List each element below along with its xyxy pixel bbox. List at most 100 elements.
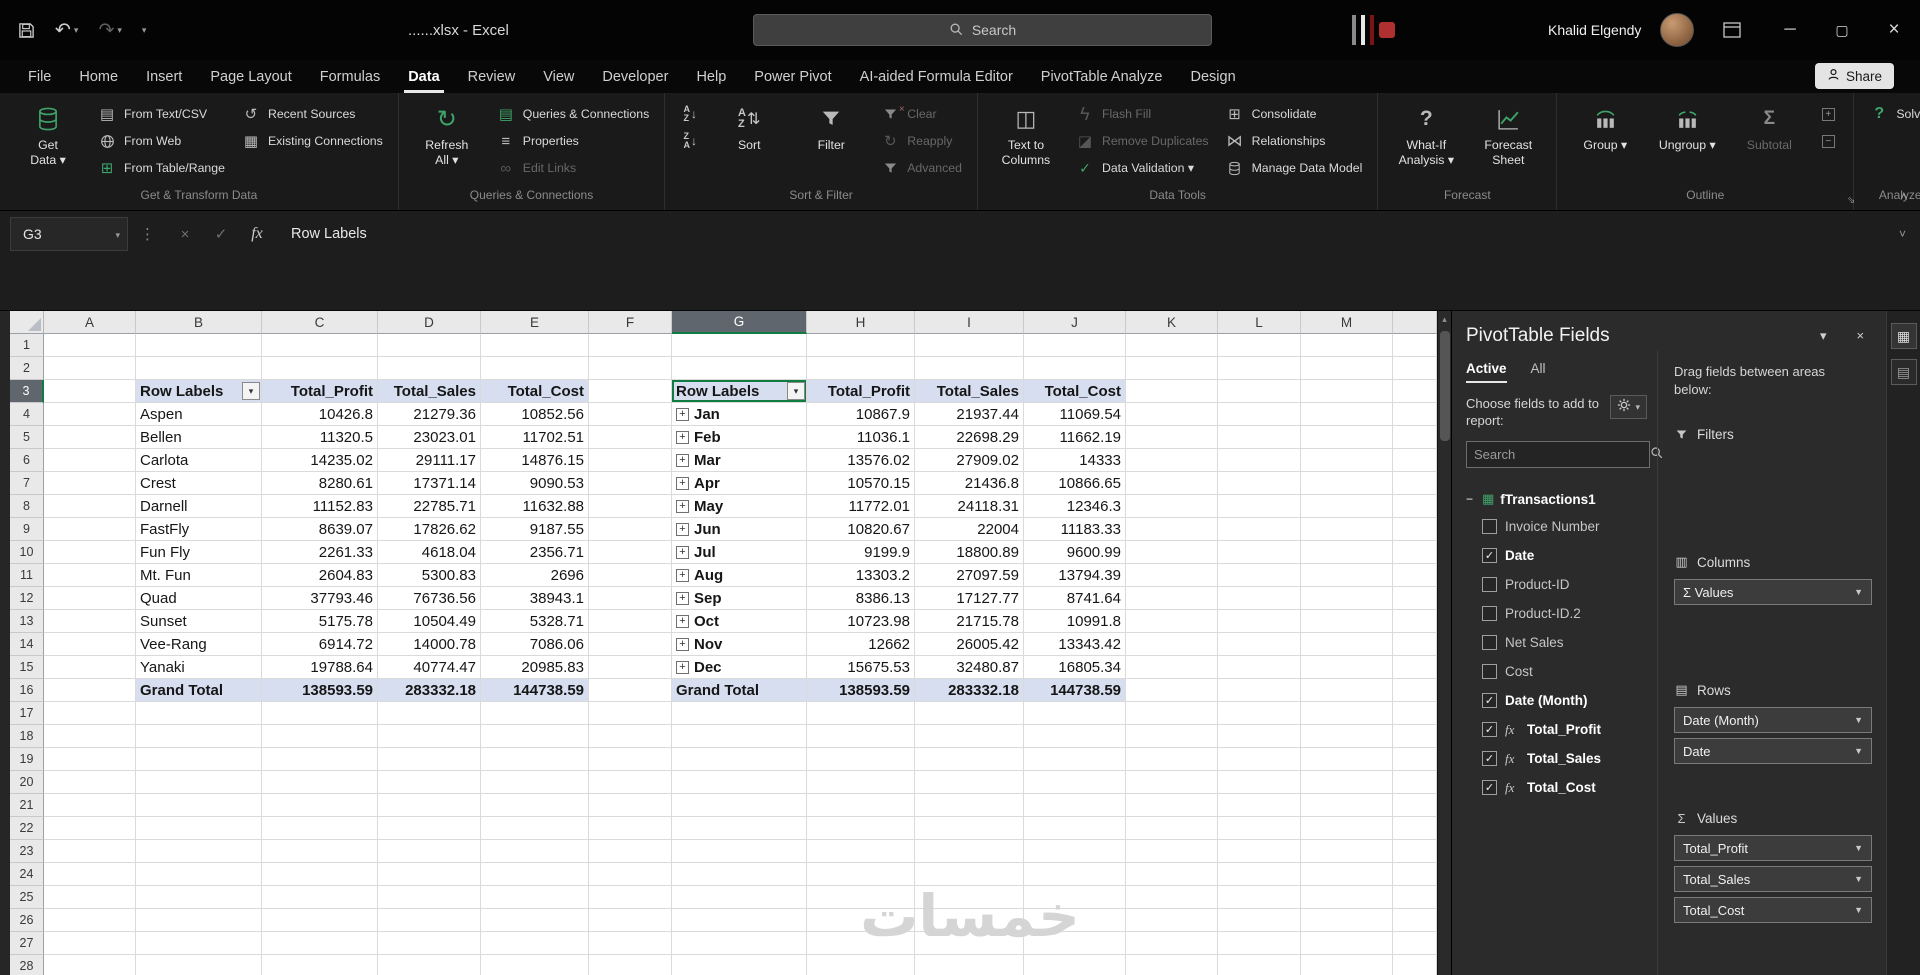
cell-G7[interactable]: + Apr bbox=[672, 472, 807, 495]
cell-F13[interactable] bbox=[589, 610, 672, 633]
cell-E9[interactable]: 9187.55 bbox=[481, 518, 589, 541]
secondary-pane-icon[interactable]: ▤ bbox=[1890, 359, 1917, 385]
cell-A1[interactable] bbox=[44, 334, 136, 357]
cell-G10[interactable]: + Jul bbox=[672, 541, 807, 564]
cell-partial-23[interactable] bbox=[1393, 840, 1437, 863]
tab-all[interactable]: All bbox=[1531, 361, 1546, 383]
fields-search-box[interactable] bbox=[1466, 441, 1663, 468]
pivot-fields-pane-icon[interactable]: ▦ bbox=[1890, 323, 1917, 349]
cell-M14[interactable] bbox=[1301, 633, 1393, 656]
cancel-entry-icon[interactable]: × bbox=[167, 226, 203, 243]
cell-partial-20[interactable] bbox=[1393, 771, 1437, 794]
filter-dropdown-icon[interactable]: ▾ bbox=[787, 382, 805, 400]
cell-D9[interactable]: 17826.62 bbox=[378, 518, 481, 541]
cell-D15[interactable]: 40774.47 bbox=[378, 656, 481, 679]
account-name[interactable]: Khalid Elgendy bbox=[1548, 0, 1641, 60]
ribbon-tab-design[interactable]: Design bbox=[1177, 63, 1250, 93]
cell-I15[interactable]: 32480.87 bbox=[915, 656, 1024, 679]
cell-K5[interactable] bbox=[1126, 426, 1218, 449]
field-table-ftransactions1[interactable]: − ▦ fTransactions1 bbox=[1466, 486, 1657, 512]
row-header-23[interactable]: 23 bbox=[10, 840, 44, 863]
cell-F8[interactable] bbox=[589, 495, 672, 518]
ribbon-tab-page-layout[interactable]: Page Layout bbox=[196, 63, 305, 93]
cell-K11[interactable] bbox=[1126, 564, 1218, 587]
cell-L25[interactable] bbox=[1218, 886, 1301, 909]
column-header-I[interactable]: I bbox=[915, 311, 1024, 334]
cell-K19[interactable] bbox=[1126, 748, 1218, 771]
cell-K2[interactable] bbox=[1126, 357, 1218, 380]
cell-J2[interactable] bbox=[1024, 357, 1126, 380]
cell-I27[interactable] bbox=[915, 932, 1024, 955]
cell-F16[interactable] bbox=[589, 679, 672, 702]
cell-K20[interactable] bbox=[1126, 771, 1218, 794]
cell-D20[interactable] bbox=[378, 771, 481, 794]
solver-button[interactable]: ?Solver bbox=[1864, 102, 1920, 126]
cell-J15[interactable]: 16805.34 bbox=[1024, 656, 1126, 679]
cell-F12[interactable] bbox=[589, 587, 672, 610]
expand-icon[interactable]: + bbox=[676, 476, 689, 490]
cell-partial-17[interactable] bbox=[1393, 702, 1437, 725]
cell-M21[interactable] bbox=[1301, 794, 1393, 817]
cell-G11[interactable]: + Aug bbox=[672, 564, 807, 587]
cell-C14[interactable]: 6914.72 bbox=[262, 633, 378, 656]
cell-K28[interactable] bbox=[1126, 955, 1218, 975]
cell-E11[interactable]: 2696 bbox=[481, 564, 589, 587]
cell-M11[interactable] bbox=[1301, 564, 1393, 587]
row-header-17[interactable]: 17 bbox=[10, 702, 44, 725]
cell-J25[interactable] bbox=[1024, 886, 1126, 909]
cell-G25[interactable] bbox=[672, 886, 807, 909]
cell-I18[interactable] bbox=[915, 725, 1024, 748]
cell-I2[interactable] bbox=[915, 357, 1024, 380]
cell-B2[interactable] bbox=[136, 357, 262, 380]
row-header-8[interactable]: 8 bbox=[10, 495, 44, 518]
save-icon[interactable] bbox=[18, 22, 35, 39]
cell-I21[interactable] bbox=[915, 794, 1024, 817]
cell-I11[interactable]: 27097.59 bbox=[915, 564, 1024, 587]
cell-A13[interactable] bbox=[44, 610, 136, 633]
cell-K16[interactable] bbox=[1126, 679, 1218, 702]
cell-E25[interactable] bbox=[481, 886, 589, 909]
cell-A12[interactable] bbox=[44, 587, 136, 610]
cell-F10[interactable] bbox=[589, 541, 672, 564]
cell-L7[interactable] bbox=[1218, 472, 1301, 495]
cell-H12[interactable]: 8386.13 bbox=[807, 587, 915, 610]
cell-I14[interactable]: 26005.42 bbox=[915, 633, 1024, 656]
row-header-14[interactable]: 14 bbox=[10, 633, 44, 656]
ribbon-tab-help[interactable]: Help bbox=[682, 63, 740, 93]
cell-F5[interactable] bbox=[589, 426, 672, 449]
group-button[interactable]: Group ▾ bbox=[1567, 98, 1643, 188]
ribbon-tab-ai-aided-formula-editor[interactable]: AI-aided Formula Editor bbox=[846, 63, 1027, 93]
chevron-down-icon[interactable]: ▼ bbox=[1854, 746, 1863, 756]
cell-A28[interactable] bbox=[44, 955, 136, 975]
cell-K6[interactable] bbox=[1126, 449, 1218, 472]
cell-I6[interactable]: 27909.02 bbox=[915, 449, 1024, 472]
cell-F18[interactable] bbox=[589, 725, 672, 748]
cell-B27[interactable] bbox=[136, 932, 262, 955]
cell-B8[interactable]: Darnell bbox=[136, 495, 262, 518]
expand-icon[interactable]: + bbox=[676, 614, 689, 628]
cell-K8[interactable] bbox=[1126, 495, 1218, 518]
cell-partial-19[interactable] bbox=[1393, 748, 1437, 771]
cell-I16[interactable]: 283332.18 bbox=[915, 679, 1024, 702]
field-item-net-sales[interactable]: ✓ Net Sales bbox=[1466, 628, 1657, 657]
cell-J13[interactable]: 10991.8 bbox=[1024, 610, 1126, 633]
checkbox[interactable]: ✓ bbox=[1482, 664, 1497, 679]
cell-E24[interactable] bbox=[481, 863, 589, 886]
cell-C26[interactable] bbox=[262, 909, 378, 932]
ribbon-tab-review[interactable]: Review bbox=[454, 63, 530, 93]
cell-I17[interactable] bbox=[915, 702, 1024, 725]
clear-button[interactable]: × Clear bbox=[875, 102, 967, 126]
cell-H13[interactable]: 10723.98 bbox=[807, 610, 915, 633]
cell-D16[interactable]: 283332.18 bbox=[378, 679, 481, 702]
manage-data-model-button[interactable]: Manage Data Model bbox=[1220, 156, 1368, 180]
cell-A18[interactable] bbox=[44, 725, 136, 748]
cell-B25[interactable] bbox=[136, 886, 262, 909]
cell-B11[interactable]: Mt. Fun bbox=[136, 564, 262, 587]
cell-J23[interactable] bbox=[1024, 840, 1126, 863]
cell-G13[interactable]: + Oct bbox=[672, 610, 807, 633]
cell-F14[interactable] bbox=[589, 633, 672, 656]
cell-H6[interactable]: 13576.02 bbox=[807, 449, 915, 472]
cell-F2[interactable] bbox=[589, 357, 672, 380]
cell-H7[interactable]: 10570.15 bbox=[807, 472, 915, 495]
column-header-B[interactable]: B bbox=[136, 311, 262, 334]
